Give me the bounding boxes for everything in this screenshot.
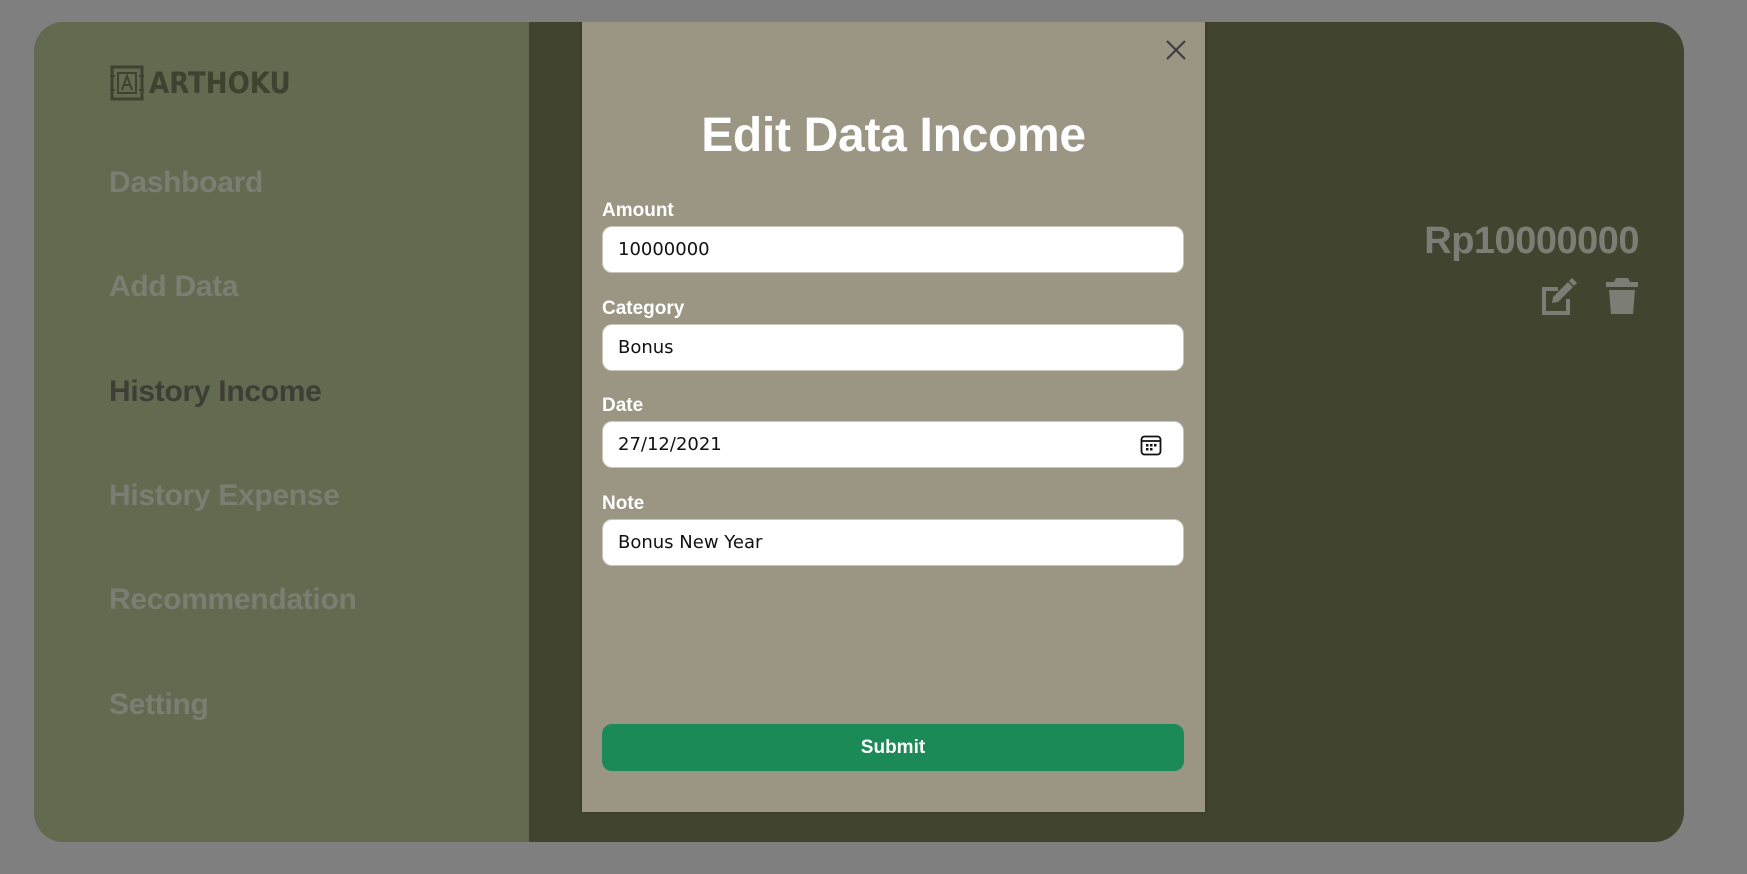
- sidebar-item-recommendation[interactable]: Recommendation: [109, 583, 357, 617]
- edit-button[interactable]: [1538, 277, 1578, 317]
- sidebar-item-dashboard[interactable]: Dashboard: [109, 166, 263, 200]
- app-window: ARTHOKU Dashboard Add Data History Incom…: [34, 22, 1684, 842]
- logo-text: ARTHOKU: [149, 66, 291, 100]
- date-input[interactable]: [602, 421, 1184, 468]
- category-input[interactable]: [602, 324, 1184, 371]
- sidebar-item-add-data[interactable]: Add Data: [109, 270, 239, 304]
- edit-icon: [1542, 278, 1577, 315]
- date-label: Date: [602, 395, 644, 416]
- modal-title: Edit Data Income: [701, 109, 1086, 162]
- amount-label: Amount: [602, 200, 674, 221]
- submit-button[interactable]: Submit: [602, 724, 1184, 771]
- logo-icon: [110, 65, 144, 101]
- calendar-button[interactable]: [1139, 433, 1163, 457]
- note-input[interactable]: [602, 519, 1184, 566]
- sidebar-item-history-income[interactable]: History Income: [109, 375, 322, 409]
- edit-income-modal: Edit Data Income Amount Category Date No…: [582, 22, 1205, 812]
- amount-input[interactable]: [602, 226, 1184, 273]
- sidebar-item-history-expense[interactable]: History Expense: [109, 479, 340, 513]
- close-icon: [1166, 40, 1186, 60]
- trash-icon: [1606, 278, 1638, 314]
- app-logo[interactable]: ARTHOKU: [109, 64, 291, 102]
- sidebar-item-setting[interactable]: Setting: [109, 688, 209, 722]
- sidebar: ARTHOKU Dashboard Add Data History Incom…: [34, 22, 529, 842]
- income-amount: Rp10000000: [1424, 220, 1639, 262]
- delete-button[interactable]: [1604, 276, 1640, 316]
- close-button[interactable]: [1164, 38, 1188, 62]
- category-label: Category: [602, 298, 685, 319]
- note-label: Note: [602, 493, 645, 514]
- calendar-icon: [1140, 435, 1162, 456]
